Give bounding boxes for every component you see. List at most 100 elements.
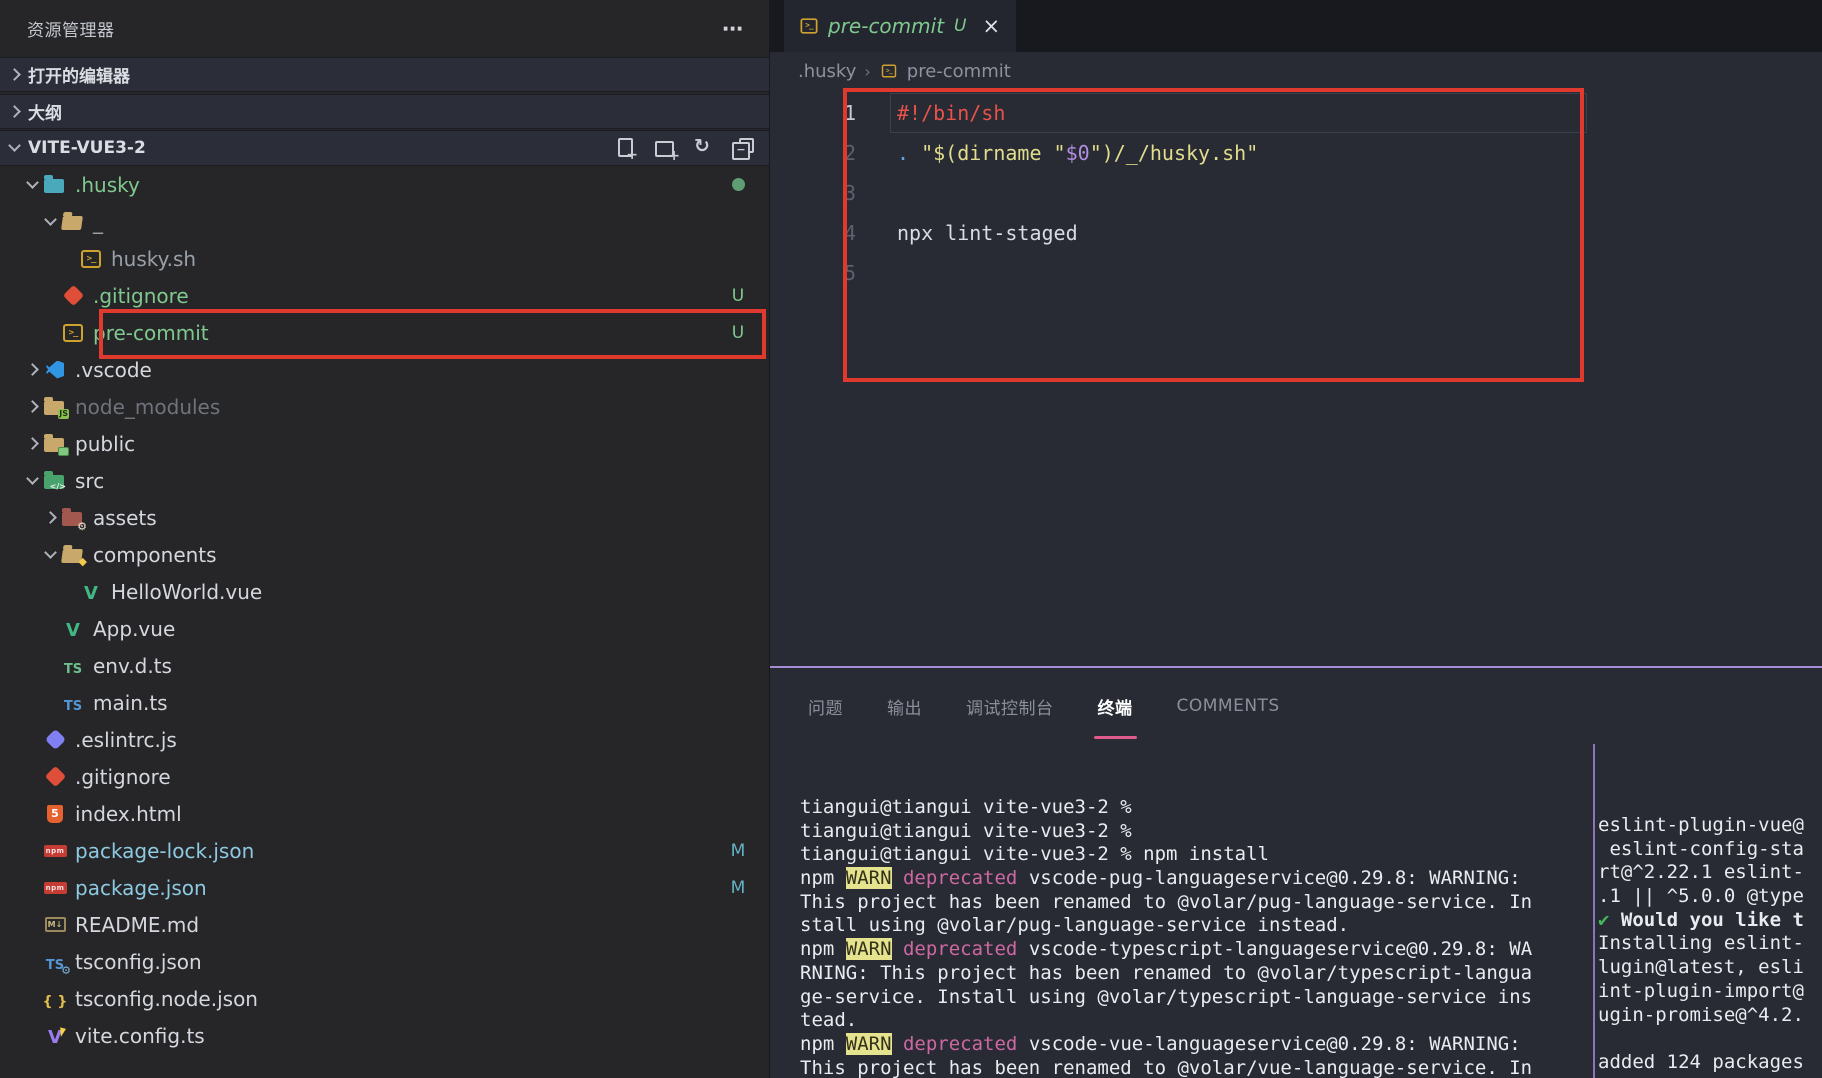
markdown-icon	[42, 912, 68, 938]
tree-item-.vscode[interactable]: .vscode	[0, 351, 769, 388]
panel-tab-终端[interactable]: 终端	[1093, 668, 1137, 744]
tree-item-package-lock.json[interactable]: package-lock.json M	[0, 832, 769, 869]
tab-label: pre-commit	[828, 14, 945, 38]
chevron-right-icon	[25, 437, 39, 450]
chevron-down-icon	[43, 212, 57, 226]
code-line-4[interactable]: 4 npx lint-staged	[770, 213, 1822, 253]
tree-item-label: assets	[93, 505, 157, 530]
tree-item-index.html[interactable]: index.html	[0, 795, 769, 832]
breadcrumb[interactable]: .husky › pre-commit	[770, 52, 1822, 90]
eslint-icon	[42, 727, 68, 753]
panel-tab-调试控制台[interactable]: 调试控制台	[966, 668, 1054, 744]
tree-item-env.d.ts[interactable]: env.d.ts	[0, 647, 769, 684]
tree-item-assets[interactable]: ⚙ assets	[0, 499, 769, 536]
tree-item-vite.config.ts[interactable]: vite.config.ts	[0, 1017, 769, 1054]
terminal-line: .1 || ^5.0.0 @type	[1598, 885, 1804, 908]
panel-tab-COMMENTS[interactable]: COMMENTS	[1177, 668, 1280, 744]
tree-item-README.md[interactable]: README.md	[0, 906, 769, 943]
tree-item-label: node_modules	[75, 394, 221, 419]
project-toolbar	[599, 135, 769, 164]
folder-public-icon	[42, 431, 69, 457]
html-icon	[42, 801, 68, 827]
code-line-2[interactable]: 2. "$(dirname "$0")/_/husky.sh"	[770, 133, 1822, 173]
terminal-split-output: eslint-plugin-vue@ eslint-config-sta rt@^…	[1598, 814, 1822, 1075]
new-folder-icon[interactable]	[653, 136, 680, 164]
new-file-icon[interactable]	[614, 136, 638, 163]
terminal-split-divider[interactable]	[1593, 744, 1595, 1078]
tree-item-label: _	[93, 209, 103, 234]
tree-item-label: main.ts	[93, 690, 168, 715]
code-line-3[interactable]: 3	[770, 173, 1822, 213]
terminal-line: eslint-config-sta	[1598, 837, 1804, 860]
line-number: 4	[843, 221, 856, 245]
tree-item-.husky[interactable]: .husky	[0, 166, 769, 203]
terminal-line: This project has been renamed to @volar/…	[800, 890, 1533, 913]
vscode-window: 资源管理器 ⋯ 打开的编辑器 大纲 VITE-VUE3-2 .husky _hus…	[0, 0, 1822, 1078]
vite-icon	[42, 1023, 68, 1049]
tree-item-main.ts[interactable]: main.ts	[0, 684, 769, 721]
tree-item-_[interactable]: _	[0, 203, 769, 240]
section-project-header[interactable]: VITE-VUE3-2	[0, 130, 769, 166]
section-open-editors[interactable]: 打开的编辑器	[0, 57, 769, 92]
tree-item-public[interactable]: public	[0, 425, 769, 462]
tree-item-package.json[interactable]: package.json M	[0, 869, 769, 906]
tree-item-label: .gitignore	[75, 764, 171, 789]
tree-item-label: .eslintrc.js	[75, 727, 177, 752]
ts-blue-icon	[60, 690, 86, 716]
tab-pre-commit[interactable]: pre-commit U ×	[784, 0, 1016, 52]
line-number: 5	[843, 261, 856, 285]
tree-item-tsconfig.node.json[interactable]: tsconfig.node.json	[0, 980, 769, 1017]
code-line-5[interactable]: 5	[770, 253, 1822, 293]
shell-file-icon	[798, 15, 820, 37]
git-status-badge: M	[730, 840, 746, 861]
terminal-line: tiangui@tiangui vite-vue3-2 % npm instal…	[800, 843, 1269, 866]
shell-icon	[78, 246, 104, 272]
folder-open-icon	[60, 209, 86, 235]
tree-item-.eslintrc.js[interactable]: .eslintrc.js	[0, 721, 769, 758]
git-icon	[60, 283, 86, 309]
panel-tab-输出[interactable]: 输出	[887, 668, 922, 744]
tree-item-App.vue[interactable]: App.vue	[0, 610, 769, 647]
tree-item-label: public	[75, 431, 136, 456]
terminal-line: ugin-promise@^4.2.	[1598, 1003, 1804, 1026]
collapse-all-icon[interactable]	[731, 136, 755, 160]
tree-item-components[interactable]: ◆ components	[0, 536, 769, 573]
tree-item-label: env.d.ts	[93, 653, 172, 678]
terminal-line: tiangui@tiangui vite-vue3-2 %	[800, 819, 1132, 842]
explorer-title: 资源管理器	[27, 21, 115, 41]
chevron-right-icon	[43, 511, 57, 524]
section-open-editors-label: 打开的编辑器	[28, 67, 130, 87]
more-actions-icon[interactable]: ⋯	[722, 17, 745, 41]
code-line-1[interactable]: 1 #!/bin/sh	[770, 93, 1822, 133]
git-status-badge: U	[731, 285, 745, 306]
tree-item-HelloWorld.vue[interactable]: HelloWorld.vue	[0, 573, 769, 610]
tree-item-label: .husky	[75, 172, 140, 197]
tree-item-label: package.json	[75, 875, 207, 900]
tree-item-node_modules[interactable]: JS node_modules	[0, 388, 769, 425]
tree-item-husky.sh[interactable]: husky.sh	[0, 240, 769, 277]
tree-item-tsconfig.json[interactable]: tsconfig.json	[0, 943, 769, 980]
close-icon[interactable]: ×	[983, 14, 1001, 38]
tree-item-src[interactable]: </> src	[0, 462, 769, 499]
section-outline[interactable]: 大纲	[0, 94, 769, 129]
tree-item-.gitignore[interactable]: .gitignore U	[0, 277, 769, 314]
terminal-line: RNING: This project has been renamed to …	[800, 961, 1533, 984]
terminal-line: eslint-plugin-vue@	[1598, 814, 1804, 836]
folder-src-icon: </>	[42, 468, 68, 494]
folder-components-icon: ◆	[60, 542, 87, 568]
refresh-icon[interactable]	[692, 135, 716, 160]
terminal-line: tiangui@tiangui vite-vue3-2 %	[800, 796, 1132, 818]
vue-icon	[60, 616, 86, 642]
folder-assets-icon: ⚙	[60, 505, 87, 532]
chevron-down-icon	[8, 139, 21, 152]
panel-tab-问题[interactable]: 问题	[808, 668, 843, 744]
breadcrumb-file[interactable]: pre-commit	[907, 61, 1011, 82]
terminal-line: ge-service. Install using @volar/typescr…	[800, 985, 1533, 1008]
code-editor[interactable]: 1 #!/bin/sh 2. "$(dirname "$0")/_/husky.sh…	[770, 90, 1822, 293]
git-status-badge: M	[730, 877, 746, 898]
tree-item-pre-commit[interactable]: pre-commit U	[0, 314, 769, 351]
tree-item-.gitignore[interactable]: .gitignore	[0, 758, 769, 795]
breadcrumb-folder[interactable]: .husky	[798, 61, 856, 82]
terminal[interactable]: tiangui@tiangui vite-vue3-2 % tiangui@tia…	[770, 744, 1822, 1078]
